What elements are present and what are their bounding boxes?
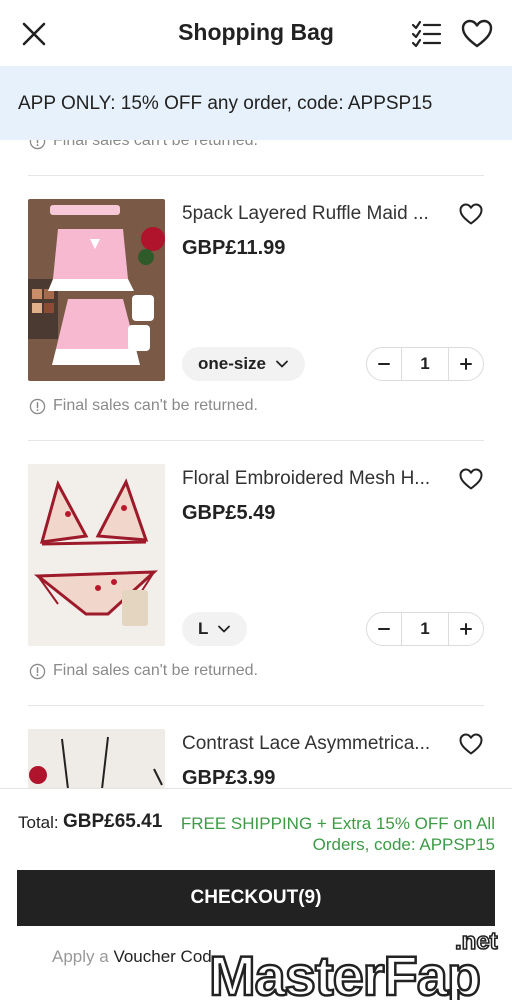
voucher-prefix: Apply a: [52, 947, 109, 966]
product-name[interactable]: Contrast Lace Asymmetrica...: [182, 733, 438, 755]
heart-icon: [459, 203, 483, 225]
product-photo-lingerie: [28, 464, 165, 646]
minus-icon: [378, 363, 390, 365]
cart-list[interactable]: Final sales can't be returned. 5pack Lay…: [0, 140, 512, 788]
heart-icon: [459, 733, 483, 755]
cart-item: Contrast Lace Asymmetrica... GBP£3.99: [0, 729, 512, 788]
select-items-button[interactable]: [410, 18, 442, 50]
product-photo-lace: [28, 729, 165, 788]
size-value: L: [198, 619, 209, 638]
divider: [28, 440, 484, 441]
total-value: GBP£65.41: [63, 811, 163, 832]
product-price: GBP£11.99: [182, 237, 286, 259]
item-wishlist-button[interactable]: [458, 201, 484, 227]
increase-quantity-button[interactable]: [449, 348, 483, 380]
watermark-net: .net: [455, 928, 498, 955]
item-wishlist-button[interactable]: [458, 466, 484, 492]
info-icon: [29, 663, 46, 679]
heart-icon: [459, 468, 483, 490]
voucher-prompt[interactable]: Apply a Voucher Cod: [52, 947, 212, 967]
watermark-main: MasterFap: [209, 944, 480, 1000]
top-bar: Shopping Bag: [0, 0, 512, 66]
quantity-stepper: 1: [366, 347, 484, 381]
increase-quantity-button[interactable]: [449, 613, 483, 645]
quantity-value[interactable]: 1: [401, 613, 449, 645]
product-image[interactable]: [28, 729, 165, 788]
product-name[interactable]: 5pack Layered Ruffle Maid ...: [182, 203, 438, 225]
size-selector[interactable]: L: [182, 612, 248, 646]
watermark-logo: MasterFap .net: [208, 927, 499, 1000]
plus-icon: [460, 358, 472, 370]
final-sale-text: Final sales can't be returned.: [53, 397, 258, 414]
info-icon: [29, 140, 46, 149]
product-price: GBP£5.49: [182, 502, 276, 524]
decrease-quantity-button[interactable]: [367, 348, 401, 380]
final-sale-text: Final sales can't be returned.: [53, 140, 258, 149]
plus-icon: [460, 623, 472, 635]
quantity-value[interactable]: 1: [401, 348, 449, 380]
final-sale-note: Final sales can't be returned.: [29, 140, 258, 150]
size-value: one-size: [198, 354, 267, 373]
decrease-quantity-button[interactable]: [367, 613, 401, 645]
product-image[interactable]: [28, 199, 165, 381]
info-icon: [29, 398, 46, 414]
final-sale-note: Final sales can't be returned.: [29, 397, 258, 415]
heart-icon: [461, 19, 493, 48]
final-sale-note: Final sales can't be returned.: [29, 662, 258, 680]
checkout-button[interactable]: CHECKOUT(9): [17, 870, 495, 926]
product-price: GBP£3.99: [182, 767, 276, 788]
product-name[interactable]: Floral Embroidered Mesh H...: [182, 468, 438, 490]
chevron-down-icon: [218, 625, 231, 633]
promo-banner[interactable]: APP ONLY: 15% OFF any order, code: APPSP…: [0, 66, 512, 140]
total-label: Total:: [18, 813, 59, 832]
checklist-icon: [411, 20, 442, 48]
product-photo-maid: [28, 199, 165, 381]
chevron-down-icon: [276, 360, 288, 368]
promo-text: APP ONLY: 15% OFF any order, code: APPSP…: [18, 93, 433, 114]
size-selector[interactable]: one-size: [182, 347, 306, 381]
product-image[interactable]: [28, 464, 165, 646]
minus-icon: [378, 628, 390, 630]
voucher-link[interactable]: Voucher Cod: [113, 947, 211, 966]
quantity-stepper: 1: [366, 612, 484, 646]
final-sale-text: Final sales can't be returned.: [53, 662, 258, 679]
item-wishlist-button[interactable]: [458, 731, 484, 757]
free-shipping-text: FREE SHIPPING + Extra 15% OFF on All Ord…: [180, 814, 495, 854]
divider: [28, 175, 484, 176]
wishlist-button[interactable]: [460, 17, 494, 51]
divider: [28, 705, 484, 706]
